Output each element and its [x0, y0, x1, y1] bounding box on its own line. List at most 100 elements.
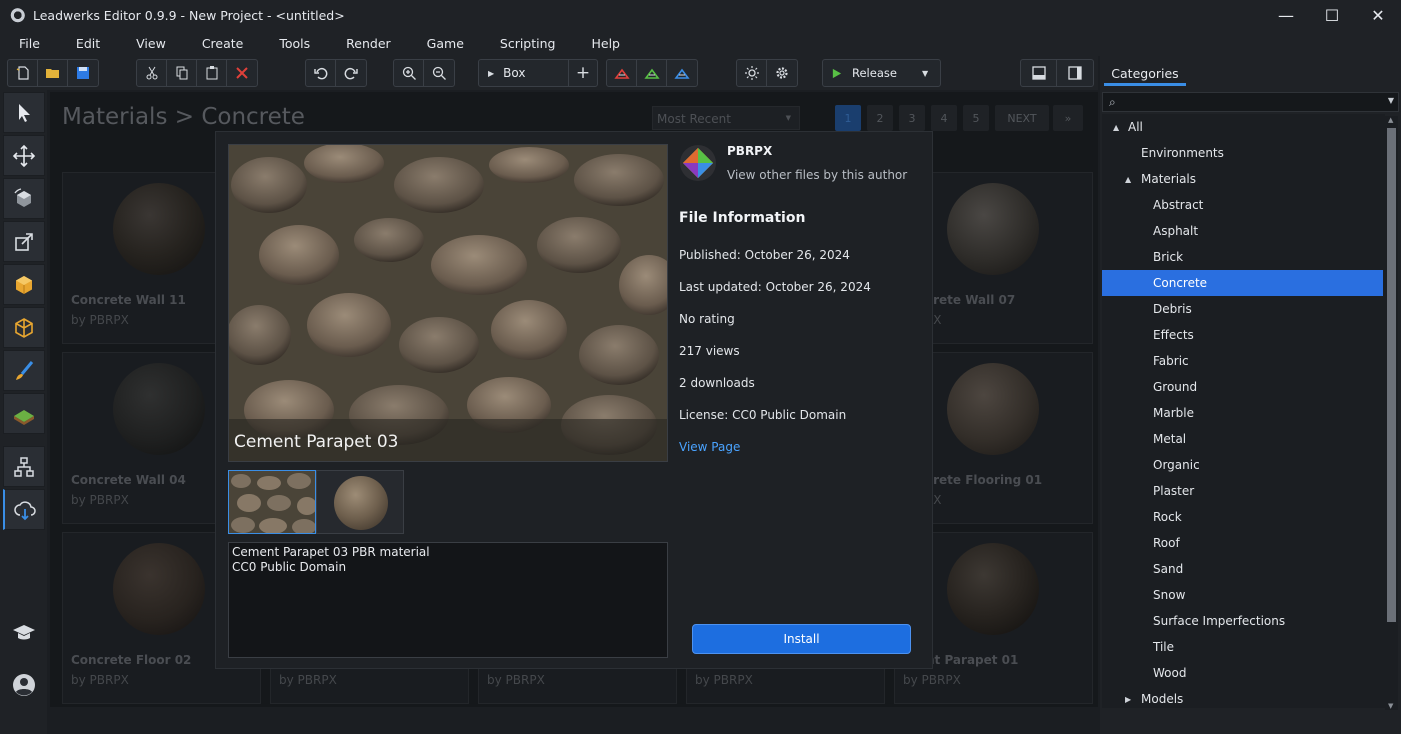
- scissors-icon: [146, 66, 157, 80]
- tutorials-button[interactable]: [3, 612, 45, 653]
- view-mode-blue-button[interactable]: [667, 60, 697, 86]
- view-mode-red-button[interactable]: [607, 60, 637, 86]
- zoom-out-button[interactable]: [424, 60, 454, 86]
- tree-item-tile[interactable]: Tile: [1102, 634, 1383, 660]
- view-mode-green-button[interactable]: [637, 60, 667, 86]
- asset-store-tool[interactable]: [3, 489, 45, 530]
- tree-item-snow[interactable]: Snow: [1102, 582, 1383, 608]
- menu-render[interactable]: Render: [328, 36, 409, 51]
- scrollbar-thumb[interactable]: [1387, 128, 1396, 622]
- expand-arrow-icon[interactable]: ▶: [1125, 695, 1131, 704]
- tree-item-wood[interactable]: Wood: [1102, 660, 1383, 686]
- tree-item-all[interactable]: ▲ All: [1102, 114, 1383, 140]
- toggle-bottom-panel-button[interactable]: [1021, 60, 1057, 86]
- menu-scripting[interactable]: Scripting: [482, 36, 574, 51]
- last-page-button[interactable]: »: [1053, 105, 1083, 131]
- tree-item-asphalt[interactable]: Asphalt: [1102, 218, 1383, 244]
- category-search-input[interactable]: ⌕ ▼: [1102, 92, 1399, 112]
- scroll-down-icon[interactable]: ▼: [1388, 702, 1393, 710]
- redo-button[interactable]: [336, 60, 366, 86]
- menu-tools[interactable]: Tools: [261, 36, 328, 51]
- menu-help[interactable]: Help: [573, 36, 638, 51]
- preview-thumbnail-flat[interactable]: [228, 470, 316, 534]
- undo-button[interactable]: [306, 60, 336, 86]
- scroll-up-icon[interactable]: ▲: [1388, 116, 1393, 124]
- run-configuration[interactable]: Release ▼: [822, 59, 941, 87]
- tree-item-brick[interactable]: Brick: [1102, 244, 1383, 270]
- paint-tool[interactable]: [3, 350, 45, 391]
- chevron-down-icon[interactable]: ▼: [1388, 96, 1394, 105]
- tree-item-plaster[interactable]: Plaster: [1102, 478, 1383, 504]
- scene-hierarchy-tool[interactable]: [3, 446, 45, 487]
- tree-item-label: Wood: [1153, 666, 1187, 680]
- save-button[interactable]: [68, 60, 98, 86]
- menu-edit[interactable]: Edit: [58, 36, 118, 51]
- menu-file[interactable]: File: [0, 36, 58, 51]
- tree-item-label: Brick: [1153, 250, 1184, 264]
- install-button[interactable]: Install: [692, 624, 911, 654]
- tree-item-debris[interactable]: Debris: [1102, 296, 1383, 322]
- tree-item-marble[interactable]: Marble: [1102, 400, 1383, 426]
- copy-button[interactable]: [167, 60, 197, 86]
- tree-item-ground[interactable]: Ground: [1102, 374, 1383, 400]
- menu-create[interactable]: Create: [184, 36, 262, 51]
- rotate-tool[interactable]: [3, 178, 45, 219]
- add-primitive-button[interactable]: +: [569, 60, 597, 86]
- view-page-link[interactable]: View Page: [679, 440, 740, 454]
- move-tool[interactable]: [3, 135, 45, 176]
- tree-item-roof[interactable]: Roof: [1102, 530, 1383, 556]
- author-logo-icon[interactable]: [679, 144, 717, 182]
- user-account-button[interactable]: [3, 664, 45, 705]
- page-3-button[interactable]: 3: [899, 105, 925, 131]
- tree-item-models[interactable]: ▶ Models: [1102, 686, 1383, 708]
- select-tool[interactable]: [3, 92, 45, 133]
- category-scrollbar[interactable]: ▲ ▼: [1385, 116, 1398, 710]
- page-5-button[interactable]: 5: [963, 105, 989, 131]
- expand-arrow-icon[interactable]: ▲: [1125, 175, 1131, 184]
- paste-button[interactable]: [197, 60, 227, 86]
- zoom-in-button[interactable]: [394, 60, 424, 86]
- tree-item-sand[interactable]: Sand: [1102, 556, 1383, 582]
- page-2-button[interactable]: 2: [867, 105, 893, 131]
- minimize-button[interactable]: —: [1263, 0, 1309, 31]
- tree-item-materials[interactable]: ▲ Materials: [1102, 166, 1383, 192]
- tree-item-abstract[interactable]: Abstract: [1102, 192, 1383, 218]
- zoom-out-icon: [432, 66, 446, 80]
- tree-item-effects[interactable]: Effects: [1102, 322, 1383, 348]
- tree-item-organic[interactable]: Organic: [1102, 452, 1383, 478]
- primitive-dropdown[interactable]: ▶ Box: [479, 60, 569, 86]
- cut-button[interactable]: [137, 60, 167, 86]
- breadcrumb[interactable]: Materials > Concrete: [62, 104, 305, 130]
- author-files-link[interactable]: View other files by this author: [727, 168, 907, 182]
- delete-button[interactable]: [227, 60, 257, 86]
- close-window-button[interactable]: ✕: [1355, 0, 1401, 31]
- expand-arrow-icon[interactable]: ▲: [1113, 123, 1119, 132]
- page-4-button[interactable]: 4: [931, 105, 957, 131]
- tab-categories[interactable]: Categories: [1104, 66, 1186, 86]
- next-page-button[interactable]: NEXT: [995, 105, 1049, 131]
- menu-game[interactable]: Game: [409, 36, 482, 51]
- tree-item-concrete[interactable]: Concrete: [1102, 270, 1383, 296]
- scale-tool[interactable]: [3, 221, 45, 262]
- maximize-button[interactable]: ☐: [1309, 0, 1355, 31]
- lighting-button[interactable]: [737, 60, 767, 86]
- tree-item-metal[interactable]: Metal: [1102, 426, 1383, 452]
- menu-view[interactable]: View: [118, 36, 184, 51]
- tree-item-rock[interactable]: Rock: [1102, 504, 1383, 530]
- tree-item-fabric[interactable]: Fabric: [1102, 348, 1383, 374]
- terrain-tool[interactable]: [3, 393, 45, 434]
- author-name[interactable]: PBRPX: [727, 144, 772, 158]
- tree-item-surface-imperfections[interactable]: Surface Imperfections: [1102, 608, 1383, 634]
- open-file-button[interactable]: [38, 60, 68, 86]
- vertex-tool[interactable]: [3, 307, 45, 348]
- page-1-button[interactable]: 1: [835, 105, 861, 131]
- settings-button[interactable]: [767, 60, 797, 86]
- tree-item-environments[interactable]: Environments: [1102, 140, 1383, 166]
- tree-item-label: Abstract: [1153, 198, 1204, 212]
- new-file-button[interactable]: [8, 60, 38, 86]
- preview-thumbnail-sphere[interactable]: [316, 470, 404, 534]
- brush-create-tool[interactable]: [3, 264, 45, 305]
- toggle-side-panel-button[interactable]: [1057, 60, 1093, 86]
- tree-item-label: Fabric: [1153, 354, 1189, 368]
- sort-dropdown[interactable]: Most Recent ▼: [652, 106, 800, 130]
